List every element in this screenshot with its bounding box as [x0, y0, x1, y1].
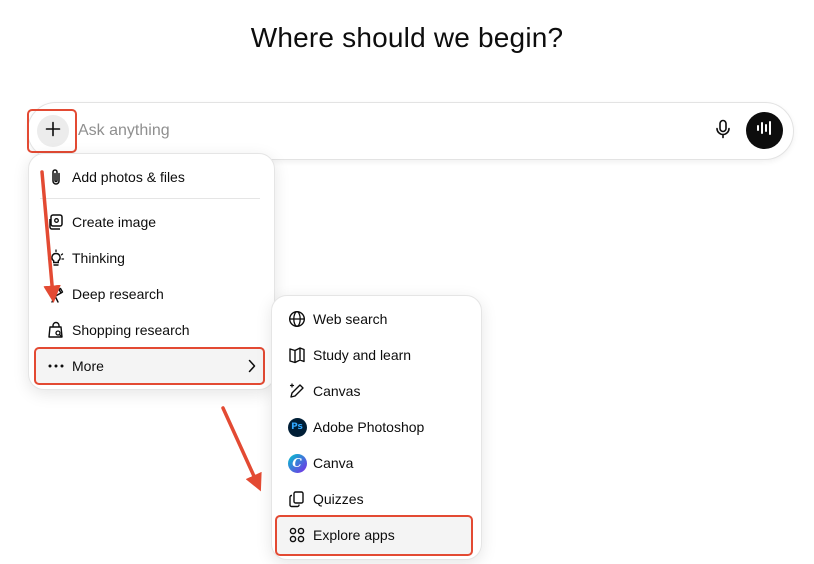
- submenu-item-canvas[interactable]: Canvas: [287, 376, 360, 406]
- menu-item-label: Add photos & files: [72, 169, 185, 185]
- voice-mode-button[interactable]: [746, 112, 783, 149]
- lightbulb-icon: [46, 248, 66, 268]
- chevron-right-icon: [248, 359, 256, 373]
- globe-icon: [287, 309, 307, 329]
- menu-item-add-photos-files[interactable]: Add photos & files: [46, 162, 185, 192]
- telescope-icon: [46, 284, 66, 304]
- menu-item-more[interactable]: More: [46, 351, 260, 381]
- submenu-item-web-search[interactable]: Web search: [287, 304, 387, 334]
- submenu-item-quizzes[interactable]: Quizzes: [287, 484, 364, 514]
- submenu-item-label: Adobe Photoshop: [313, 419, 425, 435]
- microphone-button[interactable]: [710, 118, 736, 144]
- cards-icon: [287, 489, 307, 509]
- submenu-item-canva[interactable]: C Canva: [287, 448, 353, 478]
- paperclip-icon: [46, 167, 66, 187]
- menu-divider: [40, 198, 260, 199]
- submenu-item-label: Web search: [313, 311, 388, 327]
- submenu-item-label: Canvas: [313, 383, 361, 399]
- prompt-input[interactable]: [78, 118, 678, 144]
- annotation-arrow-2: [221, 406, 262, 492]
- image-icon: [46, 212, 66, 232]
- pen-sparkle-icon: [287, 381, 307, 401]
- menu-item-label: Shopping research: [72, 322, 190, 338]
- menu-item-label: Deep research: [72, 286, 164, 302]
- menu-item-shopping-research[interactable]: Shopping research: [46, 315, 190, 345]
- submenu-item-label: Canva: [313, 455, 354, 471]
- menu-item-thinking[interactable]: Thinking: [46, 243, 125, 273]
- submenu-item-explore-apps[interactable]: Explore apps: [287, 520, 395, 550]
- voice-waveform-icon: [756, 120, 774, 141]
- book-icon: [287, 345, 307, 365]
- add-button-highlight: [27, 109, 77, 153]
- submenu-item-label: Explore apps: [313, 527, 395, 543]
- submenu-item-study-and-learn[interactable]: Study and learn: [287, 340, 411, 370]
- photoshop-logo-icon: Ps: [287, 417, 307, 437]
- menu-item-label: More: [72, 358, 104, 374]
- submenu-item-label: Study and learn: [313, 347, 412, 363]
- submenu-item-label: Quizzes: [313, 491, 364, 507]
- page-title: Where should we begin?: [250, 22, 564, 53]
- menu-item-label: Thinking: [72, 250, 125, 266]
- menu-item-create-image[interactable]: Create image: [46, 207, 156, 237]
- microphone-icon: [714, 119, 732, 144]
- shopping-bag-icon: [46, 320, 66, 340]
- ellipsis-icon: [46, 356, 66, 376]
- menu-item-deep-research[interactable]: Deep research: [46, 279, 164, 309]
- canva-logo-icon: C: [287, 453, 307, 473]
- menu-item-label: Create image: [72, 214, 157, 230]
- submenu-item-adobe-photoshop[interactable]: Ps Adobe Photoshop: [287, 412, 424, 442]
- grid-icon: [287, 525, 307, 545]
